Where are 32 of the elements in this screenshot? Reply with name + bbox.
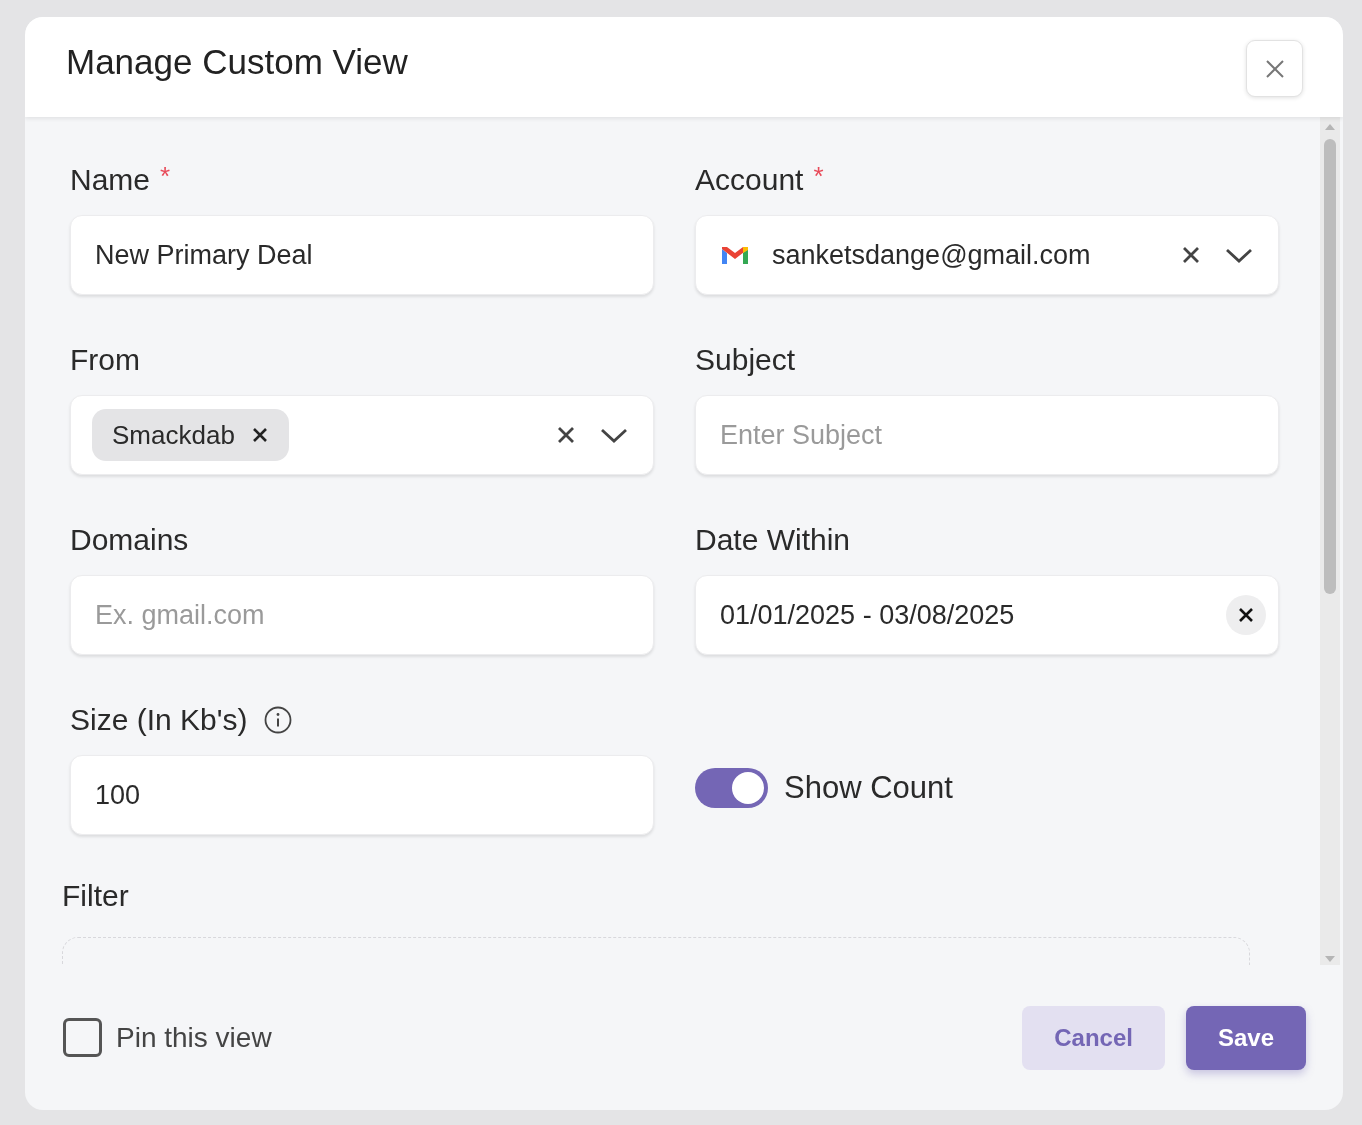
date-range-field[interactable]: 01/01/2025 - 03/08/2025 [695,575,1279,655]
close-button[interactable] [1246,40,1303,97]
info-icon[interactable] [263,705,294,735]
toggle-switch[interactable] [695,768,768,808]
scrollbar[interactable] [1320,117,1340,965]
field-label: Size (In Kb's) [70,703,248,737]
required-asterisk: * [160,161,171,192]
mail-logo-icon [720,244,750,266]
field-label: Date Within [695,523,851,557]
field-label: Name [70,163,151,197]
cancel-button[interactable]: Cancel [1022,1005,1165,1070]
scrollbar-thumb[interactable] [1324,139,1336,594]
account-select[interactable]: sanketsdange@gmail.com [695,215,1279,295]
toggle-label: Show Count [784,770,953,806]
text-field[interactable]: Ex. gmail.com [70,575,654,655]
remove-tag-icon[interactable] [250,426,269,444]
checkbox[interactable] [63,1018,102,1057]
field-label: Domains [70,523,189,557]
field-label: From [70,343,140,377]
required-asterisk: * [813,161,824,192]
dialog-title: Manage Custom View [66,42,409,82]
text-field[interactable]: Enter Subject [695,395,1279,475]
from-select[interactable]: Smackdab [70,395,654,475]
filter-label: Filter [62,879,130,913]
checkbox-label: Pin this view [116,1021,272,1054]
save-button[interactable]: Save [1185,1005,1306,1070]
field-label: Subject [695,343,796,377]
tag-chip: Smackdab [92,409,289,461]
clear-date-icon[interactable] [1226,595,1266,635]
text-field[interactable]: New Primary Deal [70,215,654,295]
text-field[interactable]: 100 [70,755,654,835]
field-label: Account [695,163,804,197]
